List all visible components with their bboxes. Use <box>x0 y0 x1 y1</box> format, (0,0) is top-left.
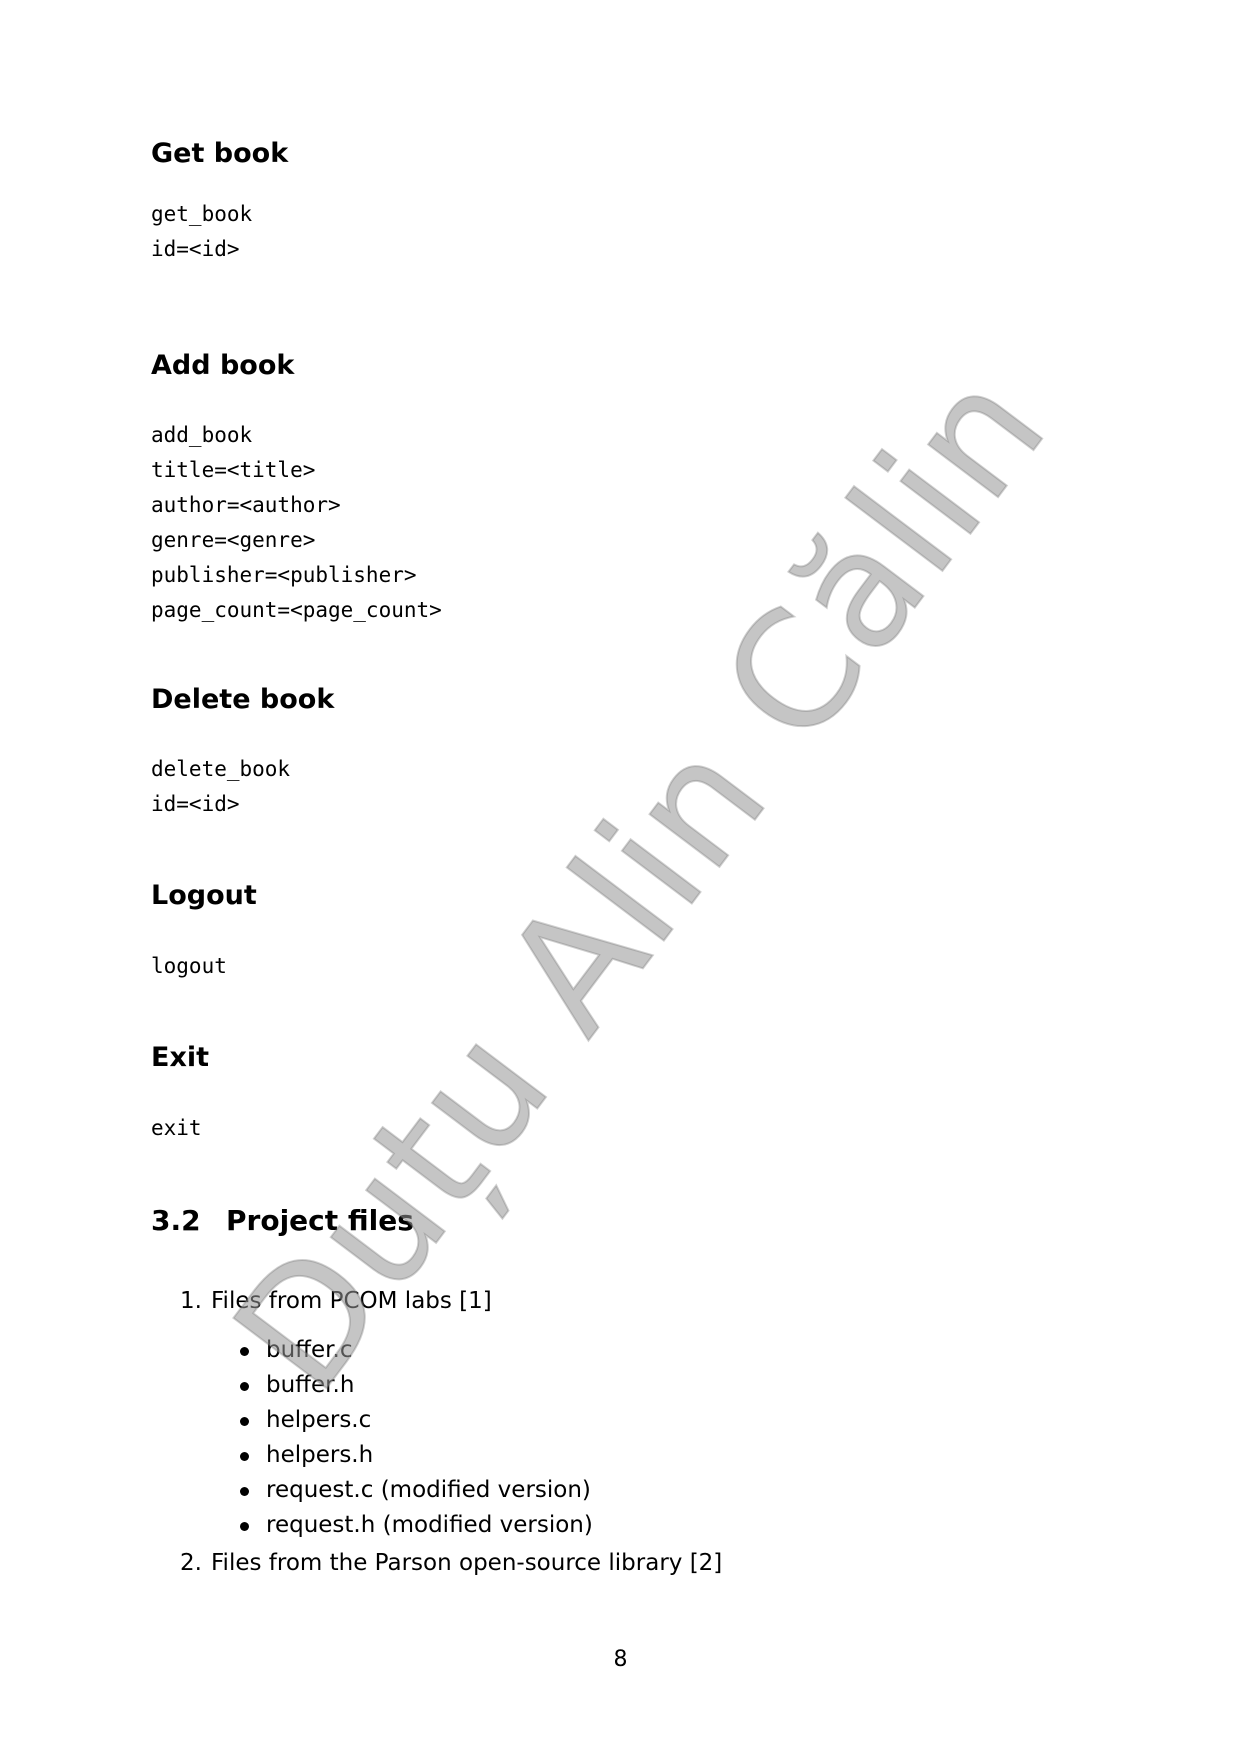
section-heading-get-book: Get book <box>151 138 289 169</box>
bullet-item: request.h (modified version) <box>240 1508 593 1543</box>
bullet-item: buffer.c <box>240 1333 593 1368</box>
code-line: author=<author> <box>151 493 341 517</box>
code-block-delete-book: delete_book id=<id> <box>151 752 290 822</box>
list-item-text: Files from PCOM labs [1] <box>211 1288 492 1314</box>
list-item-number: 2. <box>180 1550 202 1576</box>
code-line: publisher=<publisher> <box>151 563 417 587</box>
bullet-icon <box>240 1522 249 1531</box>
code-line: page_count=<page_count> <box>151 598 442 622</box>
bullet-item-text: buffer.h <box>266 1372 355 1398</box>
list-item: 1. Files from PCOM labs [1] <box>180 1286 492 1316</box>
code-line: title=<title> <box>151 458 316 482</box>
bullet-item: buffer.h <box>240 1368 593 1403</box>
bullet-item-text: request.h (modified version) <box>266 1512 593 1538</box>
list-item: 2. Files from the Parson open-source libr… <box>180 1548 722 1578</box>
page-number: 8 <box>613 1647 628 1672</box>
bullet-item-text: helpers.c <box>266 1407 372 1433</box>
subsection-heading: 3.2 Project files <box>151 1207 414 1235</box>
section-heading-logout: Logout <box>151 880 257 911</box>
code-block-add-book: add_book title=<title> author=<author> g… <box>151 418 442 628</box>
code-line: delete_book <box>151 757 291 781</box>
subsection-number: 3.2 <box>151 1204 201 1237</box>
subsection-title: Project files <box>226 1204 414 1237</box>
code-block-exit: exit <box>151 1111 202 1146</box>
code-block-logout: logout <box>151 949 227 984</box>
bullet-icon <box>240 1382 249 1391</box>
section-heading-delete-book: Delete book <box>151 684 335 715</box>
list-item-text: Files from the Parson open-source librar… <box>211 1550 723 1576</box>
code-line: id=<id> <box>151 792 240 816</box>
code-line: exit <box>151 1116 202 1140</box>
bullet-item-text: buffer.c <box>266 1337 353 1363</box>
code-line: logout <box>151 954 227 978</box>
bullet-item: request.c (modified version) <box>240 1473 593 1508</box>
code-line: add_book <box>151 423 253 447</box>
code-line: get_book <box>151 202 253 226</box>
bullet-item: helpers.c <box>240 1403 593 1438</box>
list-item-number: 1. <box>180 1288 202 1314</box>
code-line: id=<id> <box>151 237 240 261</box>
bullet-icon <box>240 1487 249 1496</box>
bullet-icon <box>240 1417 249 1426</box>
bullet-list: buffer.c buffer.h helpers.c helpers.h re… <box>240 1333 593 1543</box>
bullet-item: helpers.h <box>240 1438 593 1473</box>
section-heading-exit: Exit <box>151 1042 210 1073</box>
bullet-item-text: helpers.h <box>266 1442 374 1468</box>
bullet-icon <box>240 1452 249 1461</box>
section-heading-add-book: Add book <box>151 350 295 381</box>
code-block-get-book: get_book id=<id> <box>151 197 252 267</box>
bullet-item-text: request.c (modified version) <box>266 1477 591 1503</box>
document-page: Get book get_book id=<id> Add book add_b… <box>0 0 1241 1754</box>
code-line: genre=<genre> <box>151 528 316 552</box>
bullet-icon <box>240 1347 249 1356</box>
